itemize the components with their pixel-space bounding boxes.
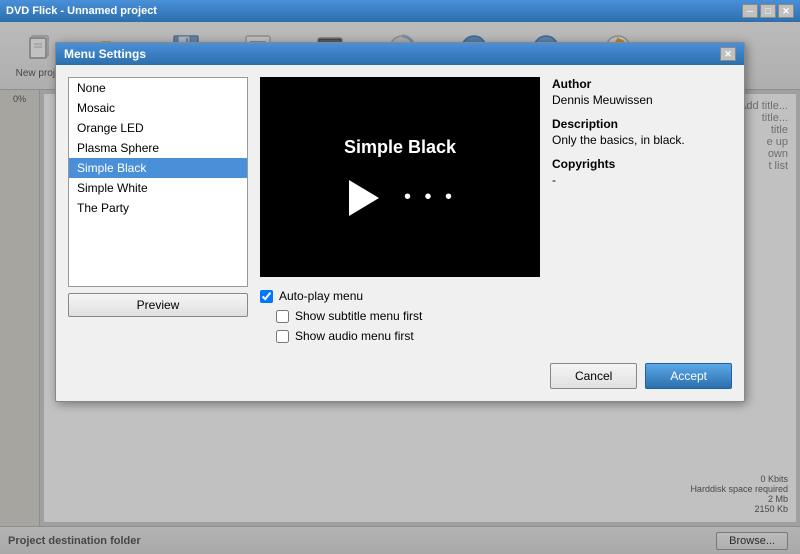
preview-button[interactable]: Preview [68,293,248,317]
show-subtitle-label: Show subtitle menu first [295,309,422,323]
show-subtitle-checkbox[interactable] [276,310,289,323]
menu-item-mosaic[interactable]: Mosaic [69,98,247,118]
menu-item-the-party[interactable]: The Party [69,198,247,218]
info-panel: Author Dennis Meuwissen Description Only… [552,77,732,343]
modal-body: None Mosaic Orange LED Plasma Sphere Sim… [56,65,744,355]
video-preview: Simple Black • • • [260,77,540,277]
modal-overlay: Menu Settings ✕ None Mosaic Orange LED P… [0,22,800,554]
play-button[interactable] [344,178,384,218]
menu-item-simple-white[interactable]: Simple White [69,178,247,198]
auto-play-checkbox[interactable] [260,290,273,303]
description-label: Description [552,117,732,131]
menu-list-box[interactable]: None Mosaic Orange LED Plasma Sphere Sim… [68,77,248,287]
menu-list: None Mosaic Orange LED Plasma Sphere Sim… [68,77,248,343]
window-title: DVD Flick - Unnamed project [6,5,157,17]
preview-area: Simple Black • • • Auto-play menu [260,77,540,343]
auto-play-checkbox-row[interactable]: Auto-play menu [260,289,540,303]
minimize-button[interactable]: ─ [742,4,758,18]
maximize-button[interactable]: □ [760,4,776,18]
author-label: Author [552,77,732,91]
modal-close-button[interactable]: ✕ [720,47,736,61]
cancel-button[interactable]: Cancel [550,363,637,389]
description-value: Only the basics, in black. [552,133,732,147]
video-controls: • • • [344,178,456,218]
menu-item-plasma-sphere[interactable]: Plasma Sphere [69,138,247,158]
author-value: Dennis Meuwissen [552,93,732,107]
close-button[interactable]: ✕ [778,4,794,18]
show-subtitle-checkbox-row[interactable]: Show subtitle menu first [276,309,422,323]
play-triangle-icon [349,180,379,216]
menu-item-none[interactable]: None [69,78,247,98]
show-audio-checkbox-row[interactable]: Show audio menu first [276,329,422,343]
auto-play-label: Auto-play menu [279,289,363,303]
modal-title-text: Menu Settings [64,47,146,61]
modal-title-bar: Menu Settings ✕ [56,43,744,65]
video-preview-title: Simple Black [344,137,456,158]
menu-item-orange-led[interactable]: Orange LED [69,118,247,138]
menu-item-simple-black[interactable]: Simple Black [69,158,247,178]
copyrights-value: - [552,173,732,187]
video-dots: • • • [404,186,456,209]
checkboxes-group: Auto-play menu Show subtitle menu first [260,289,540,343]
copyrights-label: Copyrights [552,157,732,171]
modal-footer: Cancel Accept [56,355,744,401]
title-bar-controls: ─ □ ✕ [742,4,794,18]
show-audio-label: Show audio menu first [295,329,414,343]
menu-settings-dialog: Menu Settings ✕ None Mosaic Orange LED P… [55,42,745,402]
title-bar: DVD Flick - Unnamed project ─ □ ✕ [0,0,800,22]
show-audio-checkbox[interactable] [276,330,289,343]
accept-button[interactable]: Accept [645,363,732,389]
